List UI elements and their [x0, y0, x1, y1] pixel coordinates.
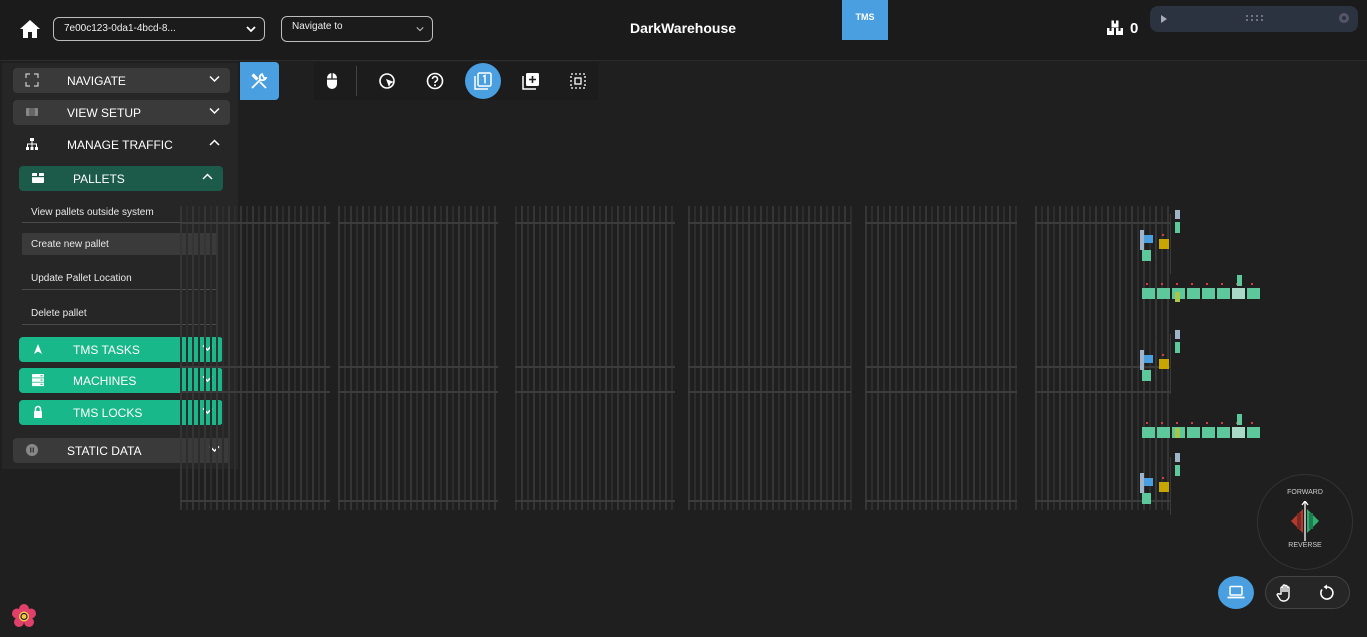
gear-icon[interactable]: [1338, 12, 1350, 24]
cursor-select-icon[interactable]: [377, 71, 397, 91]
chevron-down-icon: [209, 75, 220, 83]
warehouse-map[interactable]: [180, 200, 1270, 515]
pallets-section-header[interactable]: PALLETS: [19, 166, 223, 191]
navigate-select[interactable]: Navigate to: [281, 16, 433, 42]
chevron-up-icon: [209, 139, 220, 146]
help-icon[interactable]: [425, 71, 445, 91]
play-icon[interactable]: [1161, 15, 1167, 23]
hand-pan-icon[interactable]: [1275, 583, 1295, 603]
hierarchy-icon: [26, 138, 38, 150]
rack-grid: [180, 206, 1170, 510]
navigate-label: NAVIGATE: [67, 74, 126, 88]
drag-handle-icon[interactable]: [1245, 14, 1263, 22]
session-select[interactable]: 7e00c123-0da1-4bcd-8...: [53, 17, 265, 41]
session-select-value: 7e00c123-0da1-4bcd-8...: [64, 23, 176, 34]
reset-rotate-icon[interactable]: [1318, 584, 1336, 602]
menu-item-label: View pallets outside system: [31, 207, 154, 218]
pause-icon: [26, 444, 38, 456]
view-setup-label: VIEW SETUP: [67, 106, 142, 120]
navigate-select-value: Navigate to: [292, 21, 343, 32]
tools-button[interactable]: [240, 62, 279, 100]
laptop-icon: [1227, 585, 1245, 599]
view-setup-section-header[interactable]: VIEW SETUP: [13, 100, 230, 125]
menu-item-label: Create new pallet: [31, 239, 109, 250]
laptop-view-button[interactable]: [1218, 576, 1254, 609]
box-icon: [32, 173, 44, 183]
app-logo-icon: [12, 604, 36, 627]
tools-icon: [251, 72, 268, 89]
static-data-label: STATIC DATA: [67, 444, 142, 458]
layer-one-button[interactable]: [465, 63, 501, 99]
packages-icon: [1107, 20, 1123, 35]
add-layer-icon[interactable]: [521, 71, 541, 91]
page-title: DarkWarehouse: [629, 20, 737, 36]
forward-label: FORWARD: [1287, 489, 1323, 496]
navigation-arrow-icon: [34, 344, 42, 354]
direction-arrows-icon: [1291, 501, 1319, 541]
toolbar: [314, 62, 598, 100]
machines-label: MACHINES: [73, 374, 137, 388]
chevron-down-icon: [246, 26, 256, 33]
navigate-section-header[interactable]: NAVIGATE: [13, 68, 230, 93]
chevron-down-icon: [416, 27, 424, 32]
toolbar-divider: [356, 66, 357, 96]
tms-locks-label: TMS LOCKS: [73, 406, 143, 420]
server-icon: [32, 374, 44, 387]
mouse-icon[interactable]: [322, 71, 342, 91]
lock-icon: [34, 405, 42, 418]
tms-tasks-label: TMS TASKS: [73, 343, 140, 357]
mini-player[interactable]: [1150, 6, 1358, 32]
home-icon[interactable]: [19, 19, 41, 39]
chevron-down-icon: [209, 107, 220, 115]
chevron-up-icon: [202, 173, 213, 180]
camera-icon: [26, 108, 38, 116]
menu-item-label: Update Pallet Location: [31, 273, 132, 284]
layer-one-icon: [474, 72, 492, 90]
direction-dial[interactable]: FORWARD REVERSE: [1257, 474, 1353, 570]
view-controls: [1265, 576, 1350, 609]
manage-traffic-section-header[interactable]: MANAGE TRAFFIC: [13, 132, 230, 157]
tms-tab[interactable]: TMS: [842, 0, 888, 40]
package-count: 0: [1130, 20, 1139, 37]
select-area-icon[interactable]: [568, 71, 588, 91]
manage-traffic-label: MANAGE TRAFFIC: [67, 138, 173, 152]
menu-item-label: Delete pallet: [31, 308, 87, 319]
pallets-label: PALLETS: [73, 172, 125, 186]
conveyor-area: [1140, 210, 1260, 515]
expand-icon: [25, 73, 39, 87]
reverse-label: REVERSE: [1288, 542, 1322, 549]
